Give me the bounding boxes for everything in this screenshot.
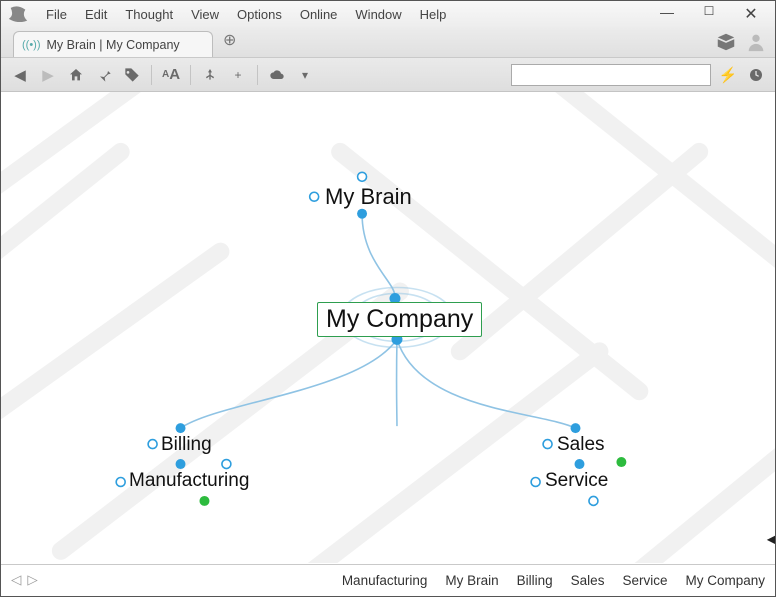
plex-canvas[interactable]: My Brain My Company Billing Manufacturin… [1,92,775,564]
app-logo-icon [7,5,29,23]
textsize-button[interactable]: AA [160,64,182,86]
maximize-button[interactable]: ☐ [697,4,721,24]
menu-edit[interactable]: Edit [76,5,116,24]
crumb-sales[interactable]: Sales [571,573,605,588]
crumb-manufacturing[interactable]: Manufacturing [342,573,428,588]
menu-window[interactable]: Window [346,5,410,24]
tab-title: My Brain | My Company [47,38,180,52]
clock-button[interactable] [745,64,767,86]
menu-online[interactable]: Online [291,5,347,24]
close-button[interactable]: ✕ [739,4,763,24]
node-service[interactable]: Service [545,470,608,492]
menu-thought[interactable]: Thought [116,5,182,24]
crumb-billing[interactable]: Billing [517,573,553,588]
cloud-button[interactable] [266,64,288,86]
node-sales[interactable]: Sales [557,434,605,456]
history-back-button[interactable]: ◁ [11,572,21,588]
user-icon[interactable] [745,31,767,53]
crumb-service[interactable]: Service [622,573,667,588]
add-button[interactable]: + [227,64,249,86]
forward-button[interactable]: ▶ [37,64,59,86]
node-parent[interactable]: My Brain [325,184,412,210]
pin-button[interactable] [93,64,115,86]
crumb-my-brain[interactable]: My Brain [445,573,498,588]
history-forward-button[interactable]: ▷ [27,572,37,588]
tab-active[interactable]: ((•)) My Brain | My Company [13,31,213,57]
cloud-dropdown[interactable]: ▾ [294,64,316,86]
tag-button[interactable] [121,64,143,86]
node-center[interactable]: My Company [317,302,482,337]
new-tab-button[interactable]: ⊕ [223,30,236,54]
tab-bar: ((•)) My Brain | My Company ⊕ [1,27,775,57]
instant-button[interactable]: ⚡ [717,64,739,86]
menu-bar: File Edit Thought View Options Online Wi… [1,1,775,27]
side-panel-toggle[interactable]: ◀ [767,532,775,546]
layout-button[interactable] [199,64,221,86]
menu-view[interactable]: View [182,5,228,24]
footer-bar: ◁ ▷ Manufacturing My Brain Billing Sales… [1,564,775,595]
menu-options[interactable]: Options [228,5,291,24]
broadcast-icon: ((•)) [22,39,41,51]
node-manufacturing[interactable]: Manufacturing [129,470,249,492]
crumb-my-company[interactable]: My Company [685,573,765,588]
node-billing[interactable]: Billing [161,434,212,456]
back-button[interactable]: ◀ [9,64,31,86]
menu-help[interactable]: Help [411,5,456,24]
box-icon[interactable] [715,31,737,53]
menu-file[interactable]: File [37,5,76,24]
toolbar: ◀ ▶ AA + ▾ ⚡ [1,57,775,92]
minimize-button[interactable]: — [655,4,679,24]
search-input[interactable] [511,64,711,86]
window-controls: — ☐ ✕ [655,4,769,24]
home-button[interactable] [65,64,87,86]
